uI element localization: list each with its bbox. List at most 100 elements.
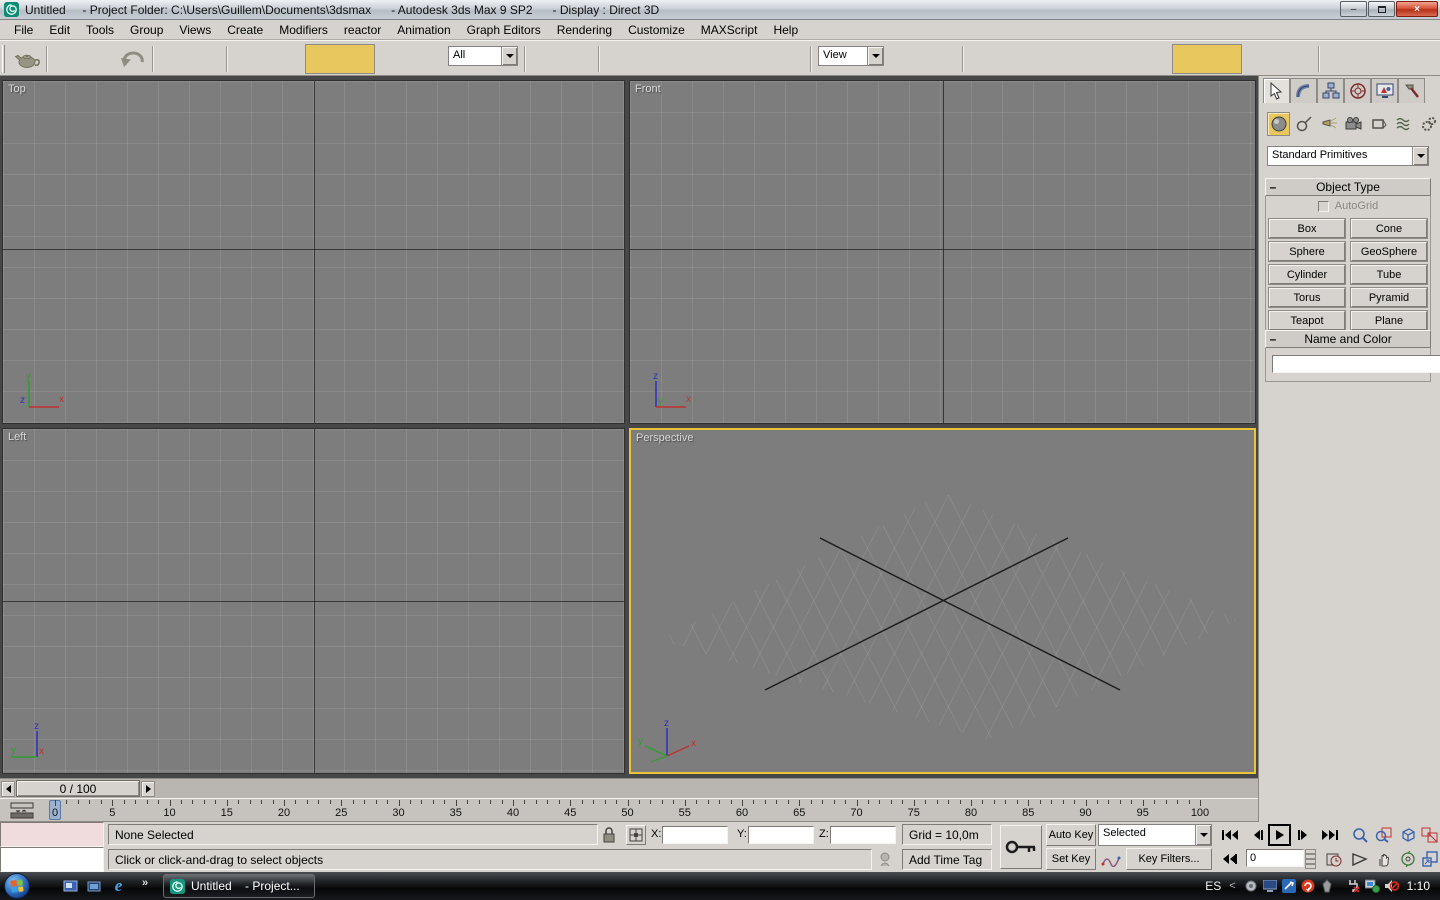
toolbar-highlight-button-1[interactable]	[305, 44, 375, 74]
category-helpers[interactable]	[1367, 112, 1390, 136]
menu-help[interactable]: Help	[765, 21, 806, 39]
category-cameras[interactable]	[1342, 112, 1365, 136]
time-configuration-button[interactable]	[1322, 848, 1346, 870]
go-to-start-button[interactable]	[1218, 824, 1241, 846]
minimize-button[interactable]: –	[1340, 1, 1367, 17]
frame-spinner[interactable]	[1305, 849, 1316, 869]
key-mode-toggle-button[interactable]	[1218, 848, 1241, 870]
primitives-category-dropdown[interactable]: Standard Primitives	[1267, 146, 1429, 166]
set-key-button[interactable]: Set Key	[1046, 848, 1096, 870]
menu-rendering[interactable]: Rendering	[549, 21, 620, 39]
viewport-left[interactable]: Left z y x	[2, 428, 625, 774]
time-slider-next-button[interactable]	[141, 781, 155, 797]
menu-maxscript[interactable]: MAXScript	[693, 21, 766, 39]
menu-reactor[interactable]: reactor	[336, 21, 389, 39]
reference-coordinate-dropdown[interactable]: View	[818, 46, 884, 66]
category-systems[interactable]	[1417, 112, 1440, 136]
viewport-perspective[interactable]: Perspective z x y	[629, 428, 1256, 774]
tray-icon-settings[interactable]	[1281, 878, 1298, 894]
track-bar[interactable]: 0 5 10 15 20 25 30 35 40 45 50 55 60 65 70 75 80 85 90 95 10…	[0, 798, 1258, 822]
create-sphere-button[interactable]: Sphere	[1269, 242, 1345, 261]
default-tangent-button[interactable]	[1098, 848, 1124, 870]
network-icon[interactable]	[1364, 878, 1381, 894]
add-time-tag-field[interactable]: Add Time Tag	[902, 849, 992, 870]
create-box-button[interactable]: Box	[1269, 219, 1345, 238]
quick-launch-overflow[interactable]: »	[142, 877, 148, 889]
language-indicator[interactable]: ES	[1205, 879, 1221, 893]
power-icon[interactable]	[1345, 878, 1362, 894]
menu-graph-editors[interactable]: Graph Editors	[459, 21, 549, 39]
create-cone-button[interactable]: Cone	[1351, 219, 1427, 238]
zoom-all-button[interactable]	[1372, 824, 1395, 846]
tab-motion[interactable]	[1344, 78, 1371, 103]
selection-lock-icon[interactable]	[602, 826, 616, 844]
menu-customize[interactable]: Customize	[620, 21, 693, 39]
zoom-extents-button[interactable]	[1396, 824, 1419, 846]
menu-group[interactable]: Group	[122, 21, 171, 39]
menu-modifiers[interactable]: Modifiers	[271, 21, 336, 39]
time-slider-prev-button[interactable]	[1, 781, 15, 797]
absolute-mode-button[interactable]	[626, 825, 646, 845]
create-torus-button[interactable]: Torus	[1269, 288, 1345, 307]
pan-button[interactable]	[1372, 848, 1395, 870]
previous-frame-button[interactable]	[1246, 824, 1269, 846]
spinner-down-icon[interactable]	[1305, 859, 1316, 869]
create-geosphere-button[interactable]: GeoSphere	[1351, 242, 1427, 261]
maxscript-listener-white[interactable]	[0, 847, 104, 872]
menu-edit[interactable]: Edit	[41, 21, 78, 39]
viewport-label[interactable]: Front	[635, 83, 661, 95]
arc-rotate-button[interactable]	[1396, 848, 1419, 870]
viewport-label[interactable]: Perspective	[636, 432, 693, 444]
auto-key-button[interactable]: Auto Key	[1046, 824, 1096, 846]
time-slider-button[interactable]: 0 / 100	[16, 780, 140, 797]
switch-windows-icon[interactable]	[86, 878, 103, 894]
viewport-label[interactable]: Left	[8, 431, 26, 443]
create-pyramid-button[interactable]: Pyramid	[1351, 288, 1427, 307]
volume-muted-icon[interactable]	[1383, 878, 1400, 894]
undo-icon[interactable]	[118, 47, 148, 71]
x-coord-input[interactable]	[662, 826, 728, 844]
category-shapes[interactable]	[1292, 112, 1315, 136]
taskbar-clock[interactable]: 1:10	[1407, 879, 1430, 893]
taskbar-task-button[interactable]: Untitled - Project...	[163, 874, 315, 898]
play-button[interactable]	[1268, 824, 1291, 846]
category-geometry[interactable]	[1267, 112, 1290, 136]
z-coord-input[interactable]	[830, 826, 896, 844]
teapot-help-icon[interactable]	[14, 47, 42, 71]
tray-expand-chevron[interactable]: <	[1229, 880, 1235, 892]
maximize-button[interactable]	[1368, 1, 1395, 17]
field-of-view-button[interactable]	[1348, 848, 1371, 870]
tab-utilities[interactable]	[1398, 78, 1425, 103]
menu-views[interactable]: Views	[171, 21, 219, 39]
tray-icon-sync[interactable]	[1300, 878, 1317, 894]
object-type-rollout-header[interactable]: – Object Type	[1265, 178, 1431, 196]
menu-file[interactable]: File	[6, 21, 41, 39]
maximize-viewport-toggle-button[interactable]	[1418, 848, 1440, 870]
maxscript-listener-pink[interactable]	[0, 822, 104, 847]
key-filters-button[interactable]: Key Filters...	[1126, 848, 1212, 870]
set-keys-button[interactable]	[1000, 825, 1042, 869]
tab-modify[interactable]	[1290, 78, 1317, 103]
toolbar-handle[interactable]	[2, 45, 5, 73]
viewport-label[interactable]: Top	[8, 83, 26, 95]
close-button[interactable]: ×	[1396, 1, 1438, 17]
viewport-top[interactable]: Top y x z	[2, 80, 625, 424]
category-lights[interactable]	[1317, 112, 1340, 136]
name-color-rollout-header[interactable]: – Name and Color	[1265, 330, 1431, 348]
create-teapot-button[interactable]: Teapot	[1269, 311, 1345, 330]
toolbar-highlight-button-2[interactable]	[1172, 44, 1242, 74]
menu-tools[interactable]: Tools	[78, 21, 122, 39]
category-spacewarps-icon[interactable]	[1392, 112, 1415, 136]
start-button[interactable]	[4, 873, 30, 899]
create-tube-button[interactable]: Tube	[1351, 265, 1427, 284]
key-mode-dropdown[interactable]: Selected	[1098, 824, 1212, 846]
dropdown-arrow-button[interactable]	[867, 47, 883, 65]
dropdown-arrow-button[interactable]	[1412, 147, 1428, 165]
spinner-up-icon[interactable]	[1305, 849, 1316, 859]
tab-display[interactable]	[1371, 78, 1398, 103]
time-slider-track[interactable]: 0 / 100	[0, 778, 1258, 798]
tray-icon-display[interactable]	[1262, 878, 1279, 894]
viewport-front[interactable]: Front z x y	[629, 80, 1256, 424]
tray-icon-gear[interactable]	[1243, 878, 1260, 894]
next-frame-button[interactable]	[1292, 824, 1315, 846]
